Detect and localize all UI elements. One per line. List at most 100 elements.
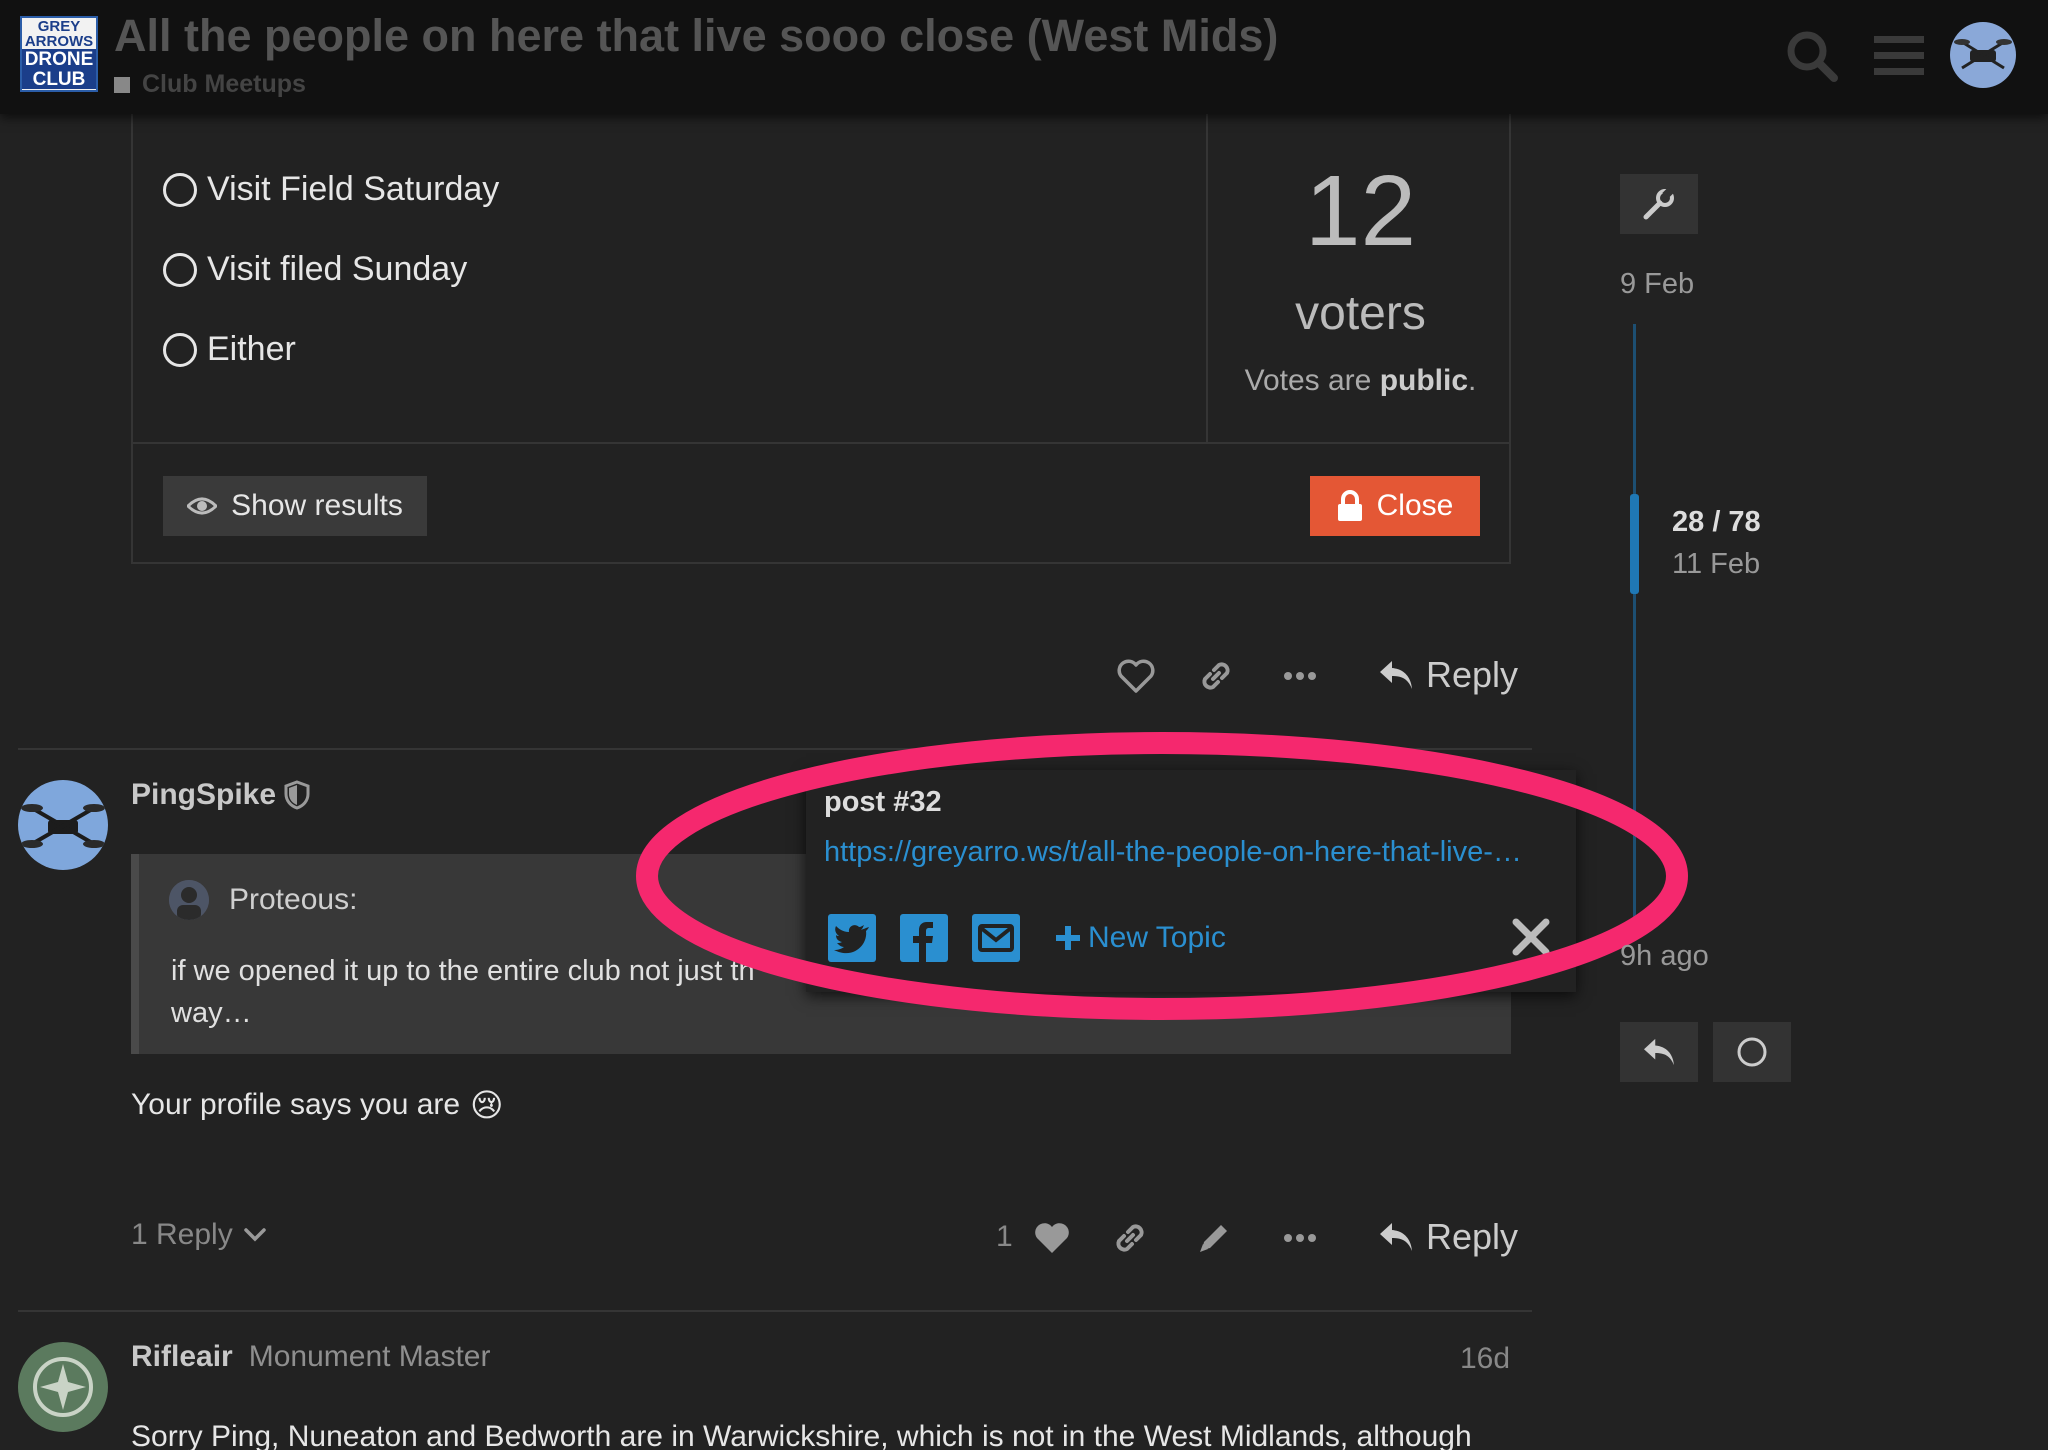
poll: Visit Field Saturday Visit filed Sunday … bbox=[131, 114, 1511, 564]
voters-label: voters bbox=[1295, 287, 1426, 340]
poll-options: Visit Field Saturday Visit filed Sunday … bbox=[133, 114, 1208, 442]
new-topic-button[interactable]: New Topic bbox=[1054, 921, 1226, 955]
logo-line-1: GREY bbox=[37, 18, 81, 35]
quote-line-2: way… bbox=[171, 997, 252, 1029]
votes-prefix: Votes are bbox=[1244, 364, 1372, 397]
site-header: GREY ARROWS DRONE CLUB All the people on… bbox=[0, 0, 2048, 114]
share-title: post #32 bbox=[824, 786, 942, 818]
share-popup: post #32 https://greyarro.ws/t/all-the-p… bbox=[806, 770, 1576, 992]
rifleair-username[interactable]: Rifleair Monument Master bbox=[131, 1340, 490, 1374]
votes-public: public bbox=[1379, 364, 1469, 397]
post-body: Sorry Ping, Nuneaton and Bedworth are in… bbox=[131, 1420, 1472, 1450]
heart-icon[interactable] bbox=[1032, 1218, 1072, 1258]
drone-icon bbox=[1954, 39, 2012, 70]
username-text: Rifleair bbox=[131, 1340, 233, 1373]
shield-icon bbox=[284, 780, 310, 810]
ellipsis-icon[interactable] bbox=[1280, 1218, 1320, 1258]
reply-icon bbox=[1380, 1223, 1412, 1251]
logo-line-3: DRONE bbox=[22, 49, 96, 70]
rifleair-avatar[interactable] bbox=[18, 1342, 108, 1432]
pingspike-username[interactable]: PingSpike bbox=[131, 778, 310, 812]
close-icon[interactable] bbox=[1510, 916, 1552, 958]
proteous-avatar[interactable] bbox=[169, 880, 209, 920]
timeline-position-date: 11 Feb bbox=[1672, 548, 1761, 580]
timeline-track[interactable] bbox=[1633, 324, 1636, 924]
quote-line-1: if we opened it up to the entire club no… bbox=[171, 955, 755, 987]
chevron-down-icon bbox=[243, 1228, 266, 1242]
notification-level-button[interactable] bbox=[1713, 1022, 1791, 1082]
radio-icon bbox=[163, 172, 197, 207]
votes-suffix: . bbox=[1468, 364, 1477, 397]
timeline-reply-button[interactable] bbox=[1620, 1022, 1698, 1082]
wrench-icon bbox=[1643, 187, 1674, 220]
replies-toggle[interactable]: 1 Reply bbox=[131, 1218, 267, 1252]
share-options: New Topic bbox=[828, 912, 1226, 964]
radio-icon bbox=[163, 252, 197, 287]
lock-icon bbox=[1337, 490, 1362, 521]
poll-footer: Show results Close bbox=[133, 442, 1509, 562]
user-avatar[interactable] bbox=[1950, 22, 2016, 88]
topic-title[interactable]: All the people on here that live sooo cl… bbox=[114, 10, 1278, 62]
heart-icon[interactable] bbox=[1116, 656, 1156, 696]
reply-icon bbox=[1380, 661, 1412, 689]
poll-option-sunday[interactable]: Visit filed Sunday bbox=[163, 250, 467, 289]
eye-icon bbox=[187, 497, 218, 515]
close-poll-button[interactable]: Close bbox=[1310, 476, 1480, 536]
poll-option-either[interactable]: Either bbox=[163, 330, 296, 369]
category-badge[interactable]: Club Meetups bbox=[114, 70, 306, 99]
timeline-start-date[interactable]: 9 Feb bbox=[1620, 268, 1694, 301]
poll-option-label: Visit filed Sunday bbox=[207, 250, 468, 288]
replies-count: 1 Reply bbox=[131, 1218, 233, 1251]
show-results-button[interactable]: Show results bbox=[163, 476, 427, 536]
logo-line-2: ARROWS bbox=[24, 33, 94, 50]
link-icon[interactable] bbox=[1196, 656, 1236, 696]
twitter-icon[interactable] bbox=[828, 914, 876, 962]
quote-author: Proteous: bbox=[229, 883, 358, 916]
voter-count: 12 bbox=[1304, 155, 1417, 267]
ellipsis-icon[interactable] bbox=[1280, 656, 1320, 696]
post-divider bbox=[18, 1310, 1532, 1312]
post-body: Your profile says you are 😢 bbox=[131, 1086, 503, 1124]
circle-icon bbox=[1737, 1037, 1767, 1067]
votes-public-notice: Votes are public. bbox=[1210, 364, 1511, 398]
show-results-label: Show results bbox=[231, 489, 403, 522]
reply-icon bbox=[1644, 1038, 1674, 1066]
category-name: Club Meetups bbox=[142, 70, 306, 98]
user-title: Monument Master bbox=[248, 1340, 491, 1373]
plus-icon bbox=[1056, 926, 1080, 950]
crying-emoji: 😢 bbox=[470, 1087, 504, 1123]
new-topic-label: New Topic bbox=[1088, 921, 1226, 954]
person-icon bbox=[169, 880, 209, 920]
pencil-icon[interactable] bbox=[1194, 1218, 1234, 1258]
hamburger-icon[interactable] bbox=[1874, 34, 1924, 78]
link-icon[interactable] bbox=[1110, 1218, 1150, 1258]
post-body-text: Your profile says you are bbox=[131, 1088, 461, 1121]
reply-button[interactable]: Reply bbox=[1378, 1216, 1518, 1258]
reply-label: Reply bbox=[1426, 1216, 1519, 1257]
poll-option-saturday[interactable]: Visit Field Saturday bbox=[163, 170, 499, 209]
facebook-icon[interactable] bbox=[900, 914, 948, 962]
username-text: PingSpike bbox=[131, 778, 277, 811]
badge-icon bbox=[33, 1357, 93, 1417]
search-icon[interactable] bbox=[1784, 28, 1840, 84]
close-poll-label: Close bbox=[1376, 489, 1454, 522]
post-age[interactable]: 16d bbox=[1460, 1342, 1510, 1376]
post-divider bbox=[18, 748, 1532, 750]
club-logo[interactable]: GREY ARROWS DRONE CLUB bbox=[20, 16, 98, 92]
quote-header: Proteous: bbox=[169, 880, 357, 920]
poll-info: 12 voters Votes are public. bbox=[1210, 114, 1511, 442]
pingspike-avatar[interactable] bbox=[18, 780, 108, 870]
poll-option-label: Either bbox=[207, 330, 296, 368]
share-url[interactable]: https://greyarro.ws/t/all-the-people-on-… bbox=[824, 836, 1554, 869]
email-icon[interactable] bbox=[972, 914, 1020, 962]
timeline-handle[interactable] bbox=[1630, 494, 1639, 594]
quote-text: if we opened it up to the entire club no… bbox=[171, 950, 821, 1034]
timeline-end-date[interactable]: 9h ago bbox=[1620, 940, 1709, 973]
drone-icon bbox=[21, 804, 105, 848]
reply-label: Reply bbox=[1426, 654, 1519, 695]
reply-button[interactable]: Reply bbox=[1378, 654, 1518, 696]
admin-wrench-button[interactable] bbox=[1620, 174, 1698, 234]
like-count[interactable]: 1 bbox=[996, 1220, 1013, 1254]
category-color-square bbox=[114, 76, 130, 93]
poll-option-label: Visit Field Saturday bbox=[207, 170, 500, 208]
